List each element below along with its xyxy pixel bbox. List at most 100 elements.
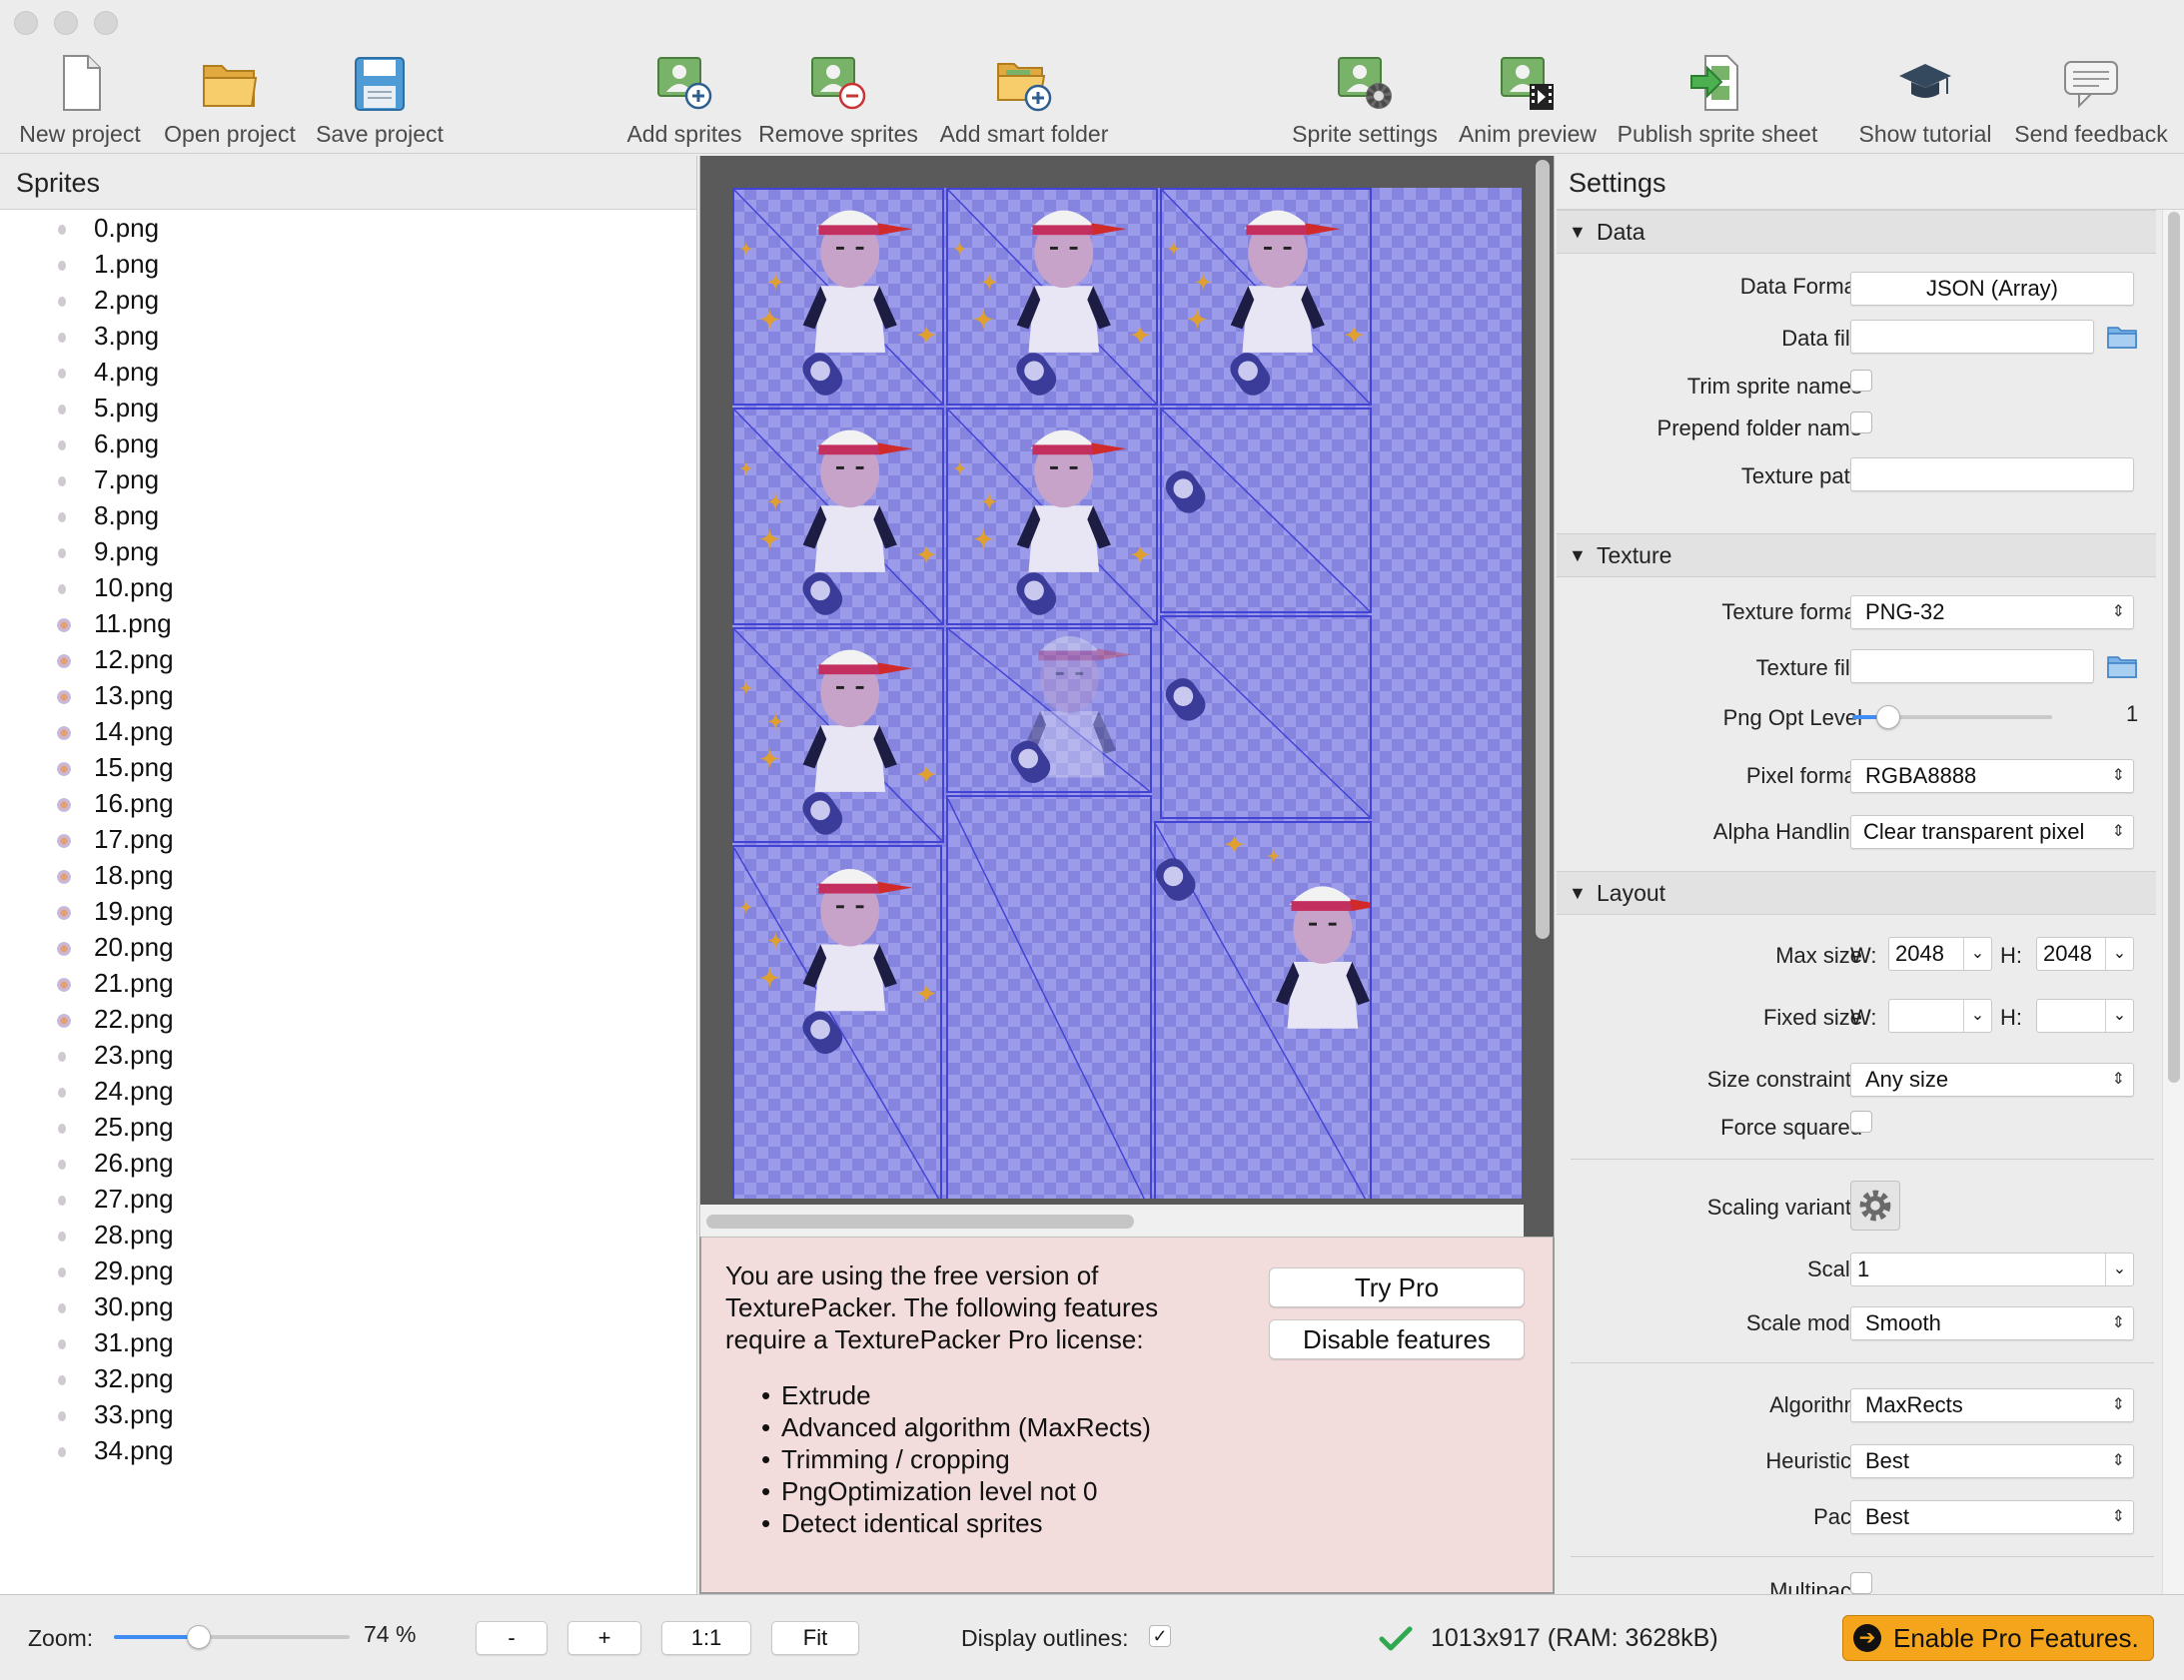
add-smart-folder-button[interactable]: Add smart folder — [933, 48, 1115, 150]
try-pro-button[interactable]: Try Pro — [1269, 1267, 1525, 1307]
close-window-button[interactable] — [14, 11, 38, 35]
algorithm-select[interactable]: MaxRects ⇕ — [1850, 1388, 2134, 1422]
preview-vertical-scrollbar[interactable] — [1536, 160, 1550, 939]
sprite-cell[interactable] — [1160, 615, 1372, 819]
sprite-list-item[interactable]: 30.png — [0, 1288, 696, 1324]
sprite-sheet-canvas[interactable] — [732, 188, 1522, 1199]
sprite-list-item[interactable]: 33.png — [0, 1396, 696, 1432]
sprite-list-item[interactable]: 21.png — [0, 965, 696, 1001]
sprite-list-item[interactable]: 34.png — [0, 1432, 696, 1468]
pixel-format-select[interactable]: RGBA8888 ⇕ — [1850, 759, 2134, 793]
sprite-list-item[interactable]: 27.png — [0, 1181, 696, 1217]
sprite-cell[interactable] — [946, 627, 1152, 793]
minimize-window-button[interactable] — [54, 11, 78, 35]
settings-scrollbar[interactable] — [2168, 212, 2180, 1083]
data-section-header[interactable]: ▼ Data — [1557, 210, 2156, 254]
sprite-list-item[interactable]: 22.png — [0, 1001, 696, 1037]
sprite-list-item[interactable]: 12.png — [0, 641, 696, 677]
open-project-button[interactable]: Open project — [158, 48, 302, 150]
trim-sprite-names-checkbox[interactable] — [1850, 370, 1872, 392]
new-project-button[interactable]: New project — [8, 48, 152, 150]
chevron-down-icon[interactable]: ⌄ — [1963, 1000, 1991, 1032]
sprite-settings-button[interactable]: Sprite settings — [1283, 48, 1447, 150]
data-file-input[interactable] — [1850, 320, 2094, 354]
png-opt-level-slider[interactable] — [1852, 705, 2052, 729]
browse-folder-icon[interactable] — [2106, 324, 2138, 350]
display-outlines-checkbox[interactable]: ✓ — [1149, 1625, 1171, 1647]
zoom-out-button[interactable]: - — [476, 1621, 547, 1655]
sprite-list-item[interactable]: 14.png — [0, 713, 696, 749]
chevron-down-icon[interactable]: ⌄ — [2105, 1000, 2133, 1032]
force-squared-checkbox[interactable] — [1850, 1111, 1872, 1133]
alpha-handling-select[interactable]: Clear transparent pixel ⇕ — [1850, 815, 2134, 849]
browse-folder-icon[interactable] — [2106, 653, 2138, 679]
sprite-sheet-preview[interactable] — [699, 156, 1555, 1237]
sprite-cell[interactable] — [732, 188, 944, 406]
sprite-list-item[interactable]: 13.png — [0, 677, 696, 713]
sprite-list-item[interactable]: 2.png — [0, 282, 696, 318]
sprite-list-item[interactable]: 10.png — [0, 569, 696, 605]
sprite-list-item[interactable]: 31.png — [0, 1324, 696, 1360]
sprite-cell[interactable] — [946, 795, 1152, 1199]
sprite-list-item[interactable]: 0.png — [0, 210, 696, 246]
multipack-checkbox[interactable] — [1850, 1572, 1872, 1594]
data-format-button[interactable]: JSON (Array) — [1850, 272, 2134, 306]
sprite-cell[interactable] — [1160, 408, 1372, 613]
publish-sprite-sheet-button[interactable]: Publish sprite sheet — [1611, 48, 1824, 150]
disable-features-button[interactable]: Disable features — [1269, 1319, 1525, 1359]
sprite-list-item[interactable]: 3.png — [0, 318, 696, 354]
sprite-list-item[interactable]: 32.png — [0, 1360, 696, 1396]
sprite-list-item[interactable]: 28.png — [0, 1217, 696, 1253]
sprite-list-item[interactable]: 1.png — [0, 246, 696, 282]
prepend-folder-name-checkbox[interactable] — [1850, 412, 1872, 433]
zoom-in-button[interactable]: + — [567, 1621, 641, 1655]
texture-format-select[interactable]: PNG-32 ⇕ — [1850, 595, 2134, 629]
sprite-cell[interactable] — [946, 408, 1158, 625]
sprite-list-item[interactable]: 19.png — [0, 893, 696, 929]
sprite-list-item[interactable]: 11.png — [0, 605, 696, 641]
sprite-cell[interactable] — [1154, 821, 1372, 1199]
sprite-cell[interactable] — [732, 845, 942, 1199]
zoom-fit-button[interactable]: Fit — [771, 1621, 859, 1655]
preview-horizontal-scrollbar[interactable] — [706, 1215, 1134, 1229]
sprite-list-item[interactable]: 20.png — [0, 929, 696, 965]
remove-sprites-button[interactable]: Remove sprites — [757, 48, 919, 150]
chevron-down-icon[interactable]: ⌄ — [2105, 1254, 2133, 1285]
enable-pro-features-button[interactable]: ➔ Enable Pro Features. — [1842, 1615, 2154, 1661]
sprite-list-item[interactable]: 24.png — [0, 1073, 696, 1109]
show-tutorial-button[interactable]: Show tutorial — [1852, 48, 1998, 150]
sprite-list-item[interactable]: 15.png — [0, 749, 696, 785]
max-height-combo[interactable]: 2048 ⌄ — [2036, 937, 2134, 971]
png-opt-level-knob[interactable] — [1876, 705, 1900, 729]
chevron-down-icon[interactable]: ⌄ — [1963, 938, 1991, 970]
sprite-list-item[interactable]: 9.png — [0, 533, 696, 569]
sprite-list-item[interactable]: 4.png — [0, 354, 696, 390]
sprite-list-item[interactable]: 25.png — [0, 1109, 696, 1145]
max-width-combo[interactable]: 2048 ⌄ — [1888, 937, 1992, 971]
sprite-list-item[interactable]: 17.png — [0, 821, 696, 857]
sprite-cell[interactable] — [732, 408, 944, 625]
fixed-width-combo[interactable]: ⌄ — [1888, 999, 1992, 1033]
zoom-window-button[interactable] — [94, 11, 118, 35]
sprite-list-item[interactable]: 5.png — [0, 390, 696, 425]
chevron-down-icon[interactable]: ⌄ — [2105, 938, 2133, 970]
sprite-list-item[interactable]: 18.png — [0, 857, 696, 893]
fixed-height-combo[interactable]: ⌄ — [2036, 999, 2134, 1033]
pack-select[interactable]: Best ⇕ — [1850, 1500, 2134, 1534]
sprite-list-item[interactable]: 7.png — [0, 461, 696, 497]
sprite-list-item[interactable]: 6.png — [0, 425, 696, 461]
zoom-1to1-button[interactable]: 1:1 — [661, 1621, 751, 1655]
sprite-cell[interactable] — [946, 188, 1158, 406]
send-feedback-button[interactable]: Send feedback — [2004, 48, 2178, 150]
zoom-slider-knob[interactable] — [186, 1625, 211, 1649]
sprite-list-item[interactable]: 26.png — [0, 1145, 696, 1181]
size-constraints-select[interactable]: Any size ⇕ — [1850, 1063, 2134, 1097]
texture-path-input[interactable] — [1850, 457, 2134, 491]
sprite-cell[interactable] — [1160, 188, 1372, 406]
sprite-list-item[interactable]: 16.png — [0, 785, 696, 821]
texture-file-input[interactable] — [1850, 649, 2094, 683]
add-sprites-button[interactable]: Add sprites — [613, 48, 755, 150]
texture-section-header[interactable]: ▼ Texture — [1557, 533, 2156, 577]
sprite-list-item[interactable]: 8.png — [0, 497, 696, 533]
sprite-list-item[interactable]: 23.png — [0, 1037, 696, 1073]
